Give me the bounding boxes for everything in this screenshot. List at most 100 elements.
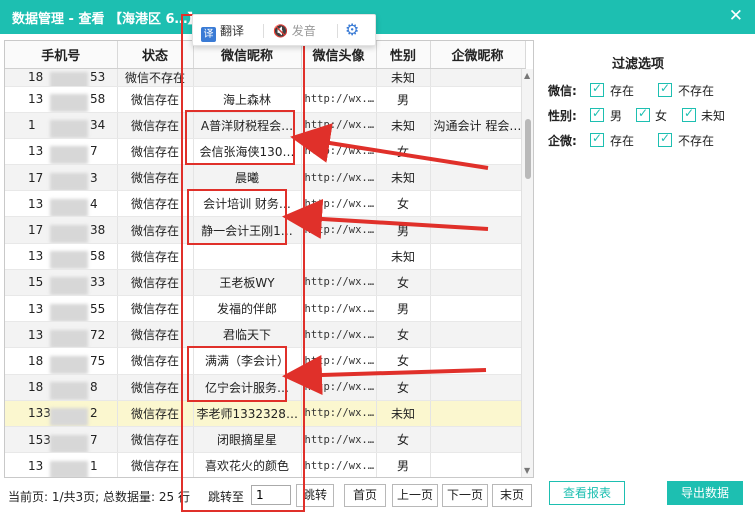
wecom-nickname-cell — [430, 400, 526, 427]
scroll-up-icon[interactable]: ▲ — [524, 71, 530, 80]
gender-cell: 女 — [376, 138, 431, 166]
wecom-nickname-cell — [430, 68, 526, 87]
phone-prefix: 17 — [28, 223, 44, 238]
checkbox-gender-male[interactable] — [590, 106, 604, 122]
filter-label-wechat: 微信: — [548, 84, 577, 98]
title-bar: 数据管理 - 查看 【海港区 6…】 ✕ — [0, 0, 755, 34]
page-info: 当前页: 1/共3页; 总数据量: 25 行 — [8, 490, 190, 504]
checkbox-label: 不存在 — [678, 134, 715, 148]
gender-cell: 男 — [376, 452, 431, 477]
first-page-button[interactable]: 首页 — [344, 484, 386, 507]
gender-cell: 女 — [376, 347, 431, 375]
checkbox-wecom-exists[interactable] — [590, 131, 604, 147]
checkbox-label: 未知 — [701, 109, 726, 123]
phone-cell: 17 3 — [5, 164, 118, 192]
phone-prefix: 13 — [28, 92, 44, 107]
annotation-box-1 — [185, 110, 295, 165]
wecom-nickname-cell — [430, 138, 526, 166]
gender-cell: 未知 — [376, 400, 431, 427]
speaker-icon: 🔇 — [273, 24, 288, 38]
phone-cell: 13 1 — [5, 452, 118, 477]
phone-suffix: 75 — [90, 353, 106, 368]
phone-suffix: 72 — [90, 327, 106, 342]
translate-toolbar: 译翻译 🔇 发音 ⚙ — [192, 14, 376, 46]
export-data-button[interactable]: 导出数据 — [667, 481, 743, 505]
blurred-phone-digits — [50, 72, 88, 85]
phone-prefix: 18 — [28, 380, 44, 395]
next-page-button[interactable]: 下一页 — [442, 484, 488, 507]
wecom-nickname-cell — [430, 243, 526, 270]
wecom-nickname-cell — [430, 452, 526, 477]
phone-suffix: 8 — [90, 380, 98, 395]
wecom-nickname-cell — [430, 269, 526, 297]
wecom-nickname-cell — [430, 216, 526, 244]
blurred-phone-digits — [50, 198, 88, 216]
phone-suffix: 7 — [90, 144, 98, 159]
phone-cell: 13 4 — [5, 190, 118, 218]
phone-suffix: 58 — [90, 92, 106, 107]
phone-prefix: 153 — [28, 432, 51, 447]
avatar-cell: http://wx.… — [301, 138, 377, 166]
gender-cell: 女 — [376, 190, 431, 218]
checkbox-wechat-not-exists[interactable] — [658, 81, 672, 97]
phone-suffix: 2 — [90, 406, 98, 421]
blurred-phone-digits — [50, 251, 88, 269]
avatar-cell: http://wx.… — [301, 321, 377, 349]
view-report-button[interactable]: 查看报表 — [549, 481, 625, 505]
wecom-nickname-cell — [430, 426, 526, 454]
gear-icon[interactable]: ⚙ — [345, 20, 359, 39]
filter-row-wechat: 微信: 存在 不存在 — [548, 81, 748, 100]
avatar-cell — [301, 68, 377, 87]
phone-prefix: 1 — [28, 118, 36, 133]
vertical-scrollbar[interactable]: ▲ ▼ — [521, 69, 533, 477]
column-header-wecom-nickname[interactable]: 企微昵称 — [430, 41, 526, 69]
gender-cell: 未知 — [376, 243, 431, 270]
blurred-phone-digits — [50, 120, 88, 138]
wecom-nickname-cell: 沟通会计 程会… — [430, 112, 526, 139]
phone-cell: 18 75 — [5, 347, 118, 375]
voice-button[interactable]: 🔇 发音 — [273, 22, 316, 39]
phone-cell: 13 58 — [5, 243, 118, 270]
scrollbar-thumb[interactable] — [525, 119, 531, 179]
phone-suffix: 4 — [90, 196, 98, 211]
checkbox-wechat-exists[interactable] — [590, 81, 604, 97]
checkbox-gender-unknown[interactable] — [682, 106, 696, 122]
phone-cell: 17 38 — [5, 216, 118, 244]
phone-cell: 18 8 — [5, 374, 118, 401]
avatar-cell: http://wx.… — [301, 216, 377, 244]
gender-cell: 女 — [376, 374, 431, 401]
phone-prefix: 13 — [28, 301, 44, 316]
wecom-nickname-cell — [430, 295, 526, 323]
checkbox-label: 存在 — [610, 84, 635, 98]
translate-button[interactable]: 译翻译 — [201, 22, 244, 42]
gender-cell: 女 — [376, 269, 431, 297]
phone-suffix: 53 — [90, 70, 106, 84]
phone-suffix: 7 — [90, 432, 98, 447]
prev-page-button[interactable]: 上一页 — [392, 484, 438, 507]
gender-cell: 未知 — [376, 112, 431, 139]
avatar-cell: http://wx.… — [301, 374, 377, 401]
phone-suffix: 1 — [90, 458, 98, 473]
wecom-nickname-cell — [430, 321, 526, 349]
scroll-down-icon[interactable]: ▼ — [524, 466, 530, 475]
close-icon[interactable]: ✕ — [729, 6, 743, 26]
checkbox-gender-female[interactable] — [636, 106, 650, 122]
column-header-gender[interactable]: 性别 — [376, 41, 431, 69]
phone-prefix: 13 — [28, 144, 44, 159]
toolbar-divider — [337, 24, 338, 38]
phone-suffix: 38 — [90, 223, 106, 238]
avatar-cell: http://wx.… — [301, 112, 377, 139]
blurred-phone-digits — [50, 460, 88, 477]
phone-suffix: 55 — [90, 301, 106, 316]
toolbar-divider — [263, 24, 264, 38]
annotation-column-box — [181, 14, 305, 512]
avatar-cell: http://wx.… — [301, 452, 377, 477]
blurred-phone-digits — [50, 355, 88, 374]
gender-cell: 男 — [376, 216, 431, 244]
column-header-phone[interactable]: 手机号 — [5, 41, 118, 69]
phone-cell: 13 72 — [5, 321, 118, 349]
last-page-button[interactable]: 末页 — [492, 484, 532, 507]
checkbox-wecom-not-exists[interactable] — [658, 131, 672, 147]
phone-cell: 13 55 — [5, 295, 118, 323]
gender-cell: 女 — [376, 321, 431, 349]
